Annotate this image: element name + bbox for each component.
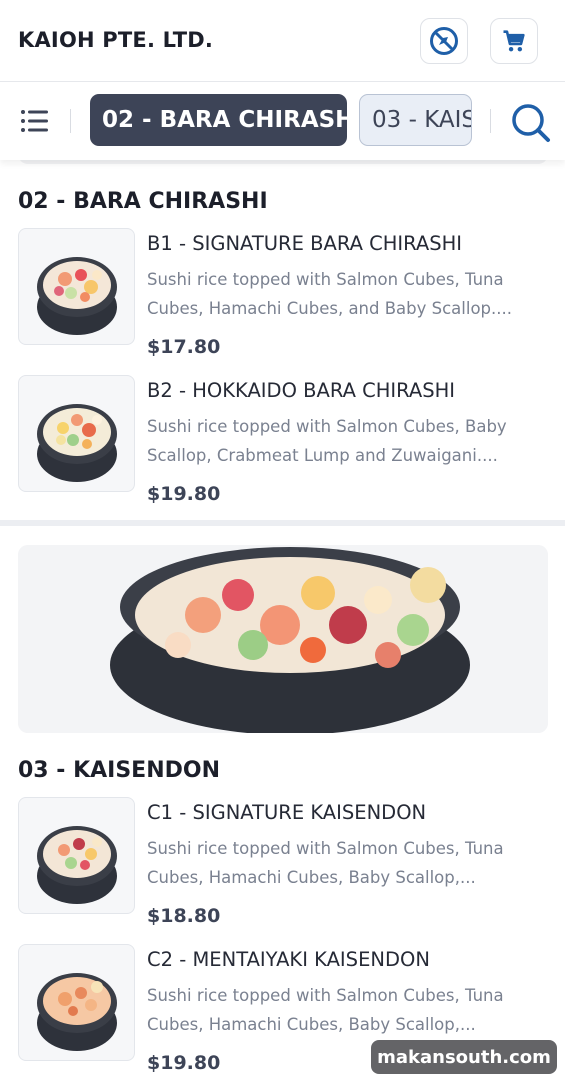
search-icon[interactable] — [508, 100, 552, 144]
item-description: Sushi rice topped with Salmon Cubes, Tun… — [147, 981, 527, 1039]
list-item[interactable]: B1 - SIGNATURE BARA CHIRASHI Sushi rice … — [18, 228, 548, 358]
item-description: Sushi rice topped with Salmon Cubes, Bab… — [147, 412, 527, 470]
service-status-button[interactable] — [420, 18, 468, 64]
tab-bara-chirashi[interactable]: 02 - BARA CHIRASHI — [90, 94, 347, 146]
item-description: Sushi rice topped with Salmon Cubes, Tun… — [147, 265, 527, 323]
section-title: 02 - BARA CHIRASHI — [18, 189, 268, 214]
food-thumbnail — [18, 375, 135, 492]
divider — [490, 109, 491, 133]
description-line: Sushi rice topped with Salmon Cubes, Tun… — [147, 839, 504, 858]
item-price: $17.80 — [147, 336, 221, 358]
item-name: B1 - SIGNATURE BARA CHIRASHI — [147, 232, 463, 255]
item-description: Sushi rice topped with Salmon Cubes, Tun… — [147, 834, 527, 892]
app-header: KAIOH PTE. LTD. — [0, 0, 565, 82]
description-line: Cubes, Hamachi Cubes, Baby Scallop,... — [147, 868, 476, 887]
no-service-icon — [430, 27, 458, 55]
food-thumbnail — [18, 944, 135, 1061]
category-bar: 02 - BARA CHIRASHI 03 - KAISENDON — [0, 82, 565, 160]
section-divider — [0, 520, 565, 526]
description-line: Sushi rice topped with Salmon Cubes, Tun… — [147, 270, 504, 289]
item-price: $18.80 — [147, 905, 221, 927]
item-price: $19.80 — [147, 1052, 221, 1074]
item-name: C2 - MENTAIYAKI KAISENDON — [147, 948, 430, 971]
description-line: Sushi rice topped with Salmon Cubes, Tun… — [147, 986, 504, 1005]
list-icon[interactable] — [20, 107, 50, 135]
item-name: C1 - SIGNATURE KAISENDON — [147, 801, 427, 824]
tab-kaisendon[interactable]: 03 - KAISENDON — [359, 94, 472, 146]
cart-button[interactable] — [490, 18, 538, 64]
category-banner-image — [18, 545, 548, 733]
item-price: $19.80 — [147, 483, 221, 505]
description-line: Cubes, Hamachi Cubes, and Baby Scallop..… — [147, 299, 513, 318]
list-item[interactable]: C1 - SIGNATURE KAISENDON Sushi rice topp… — [18, 797, 548, 927]
description-line: Scallop, Crabmeat Lump and Zuwaigani.... — [147, 446, 498, 465]
brand-name: KAIOH PTE. LTD. — [18, 28, 214, 52]
description-line: Sushi rice topped with Salmon Cubes, Bab… — [147, 417, 507, 436]
food-thumbnail — [18, 797, 135, 914]
item-name: B2 - HOKKAIDO BARA CHIRASHI — [147, 379, 456, 402]
watermark: makansouth.com — [371, 1040, 557, 1074]
cart-icon — [503, 30, 525, 52]
description-line: Cubes, Hamachi Cubes, Baby Scallop,... — [147, 1015, 476, 1034]
section-title: 03 - KAISENDON — [18, 758, 220, 783]
food-thumbnail — [18, 228, 135, 345]
divider — [70, 109, 71, 133]
list-item[interactable]: B2 - HOKKAIDO BARA CHIRASHI Sushi rice t… — [18, 375, 548, 505]
